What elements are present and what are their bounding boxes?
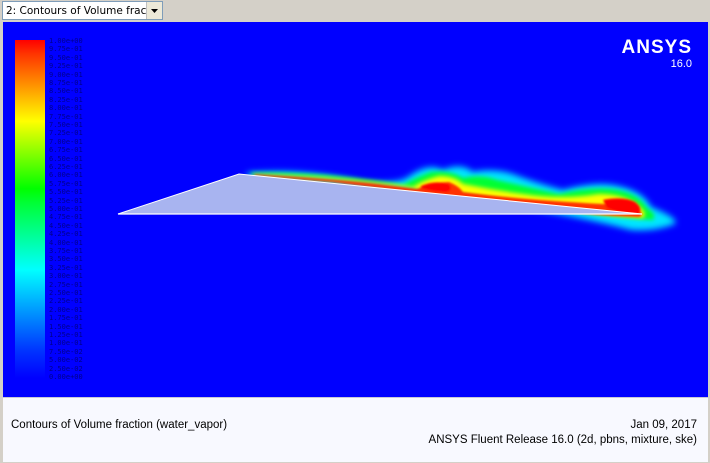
graphics-toolbar: 2: Contours of Volume fractic	[0, 0, 710, 22]
graphics-viewport[interactable]: 1.00e+00 9.75e-01 9.50e-01 9.25e-01 9.00e-01…	[3, 22, 708, 397]
window-selector-value: 2: Contours of Volume fractic	[6, 4, 146, 17]
logo-version: 16.0	[670, 58, 692, 70]
graphics-window-selector[interactable]: 2: Contours of Volume fractic	[2, 1, 163, 20]
chevron-down-icon	[151, 8, 158, 13]
contour-plot-area	[117, 166, 676, 231]
plot-title: Contours of Volume fraction (water_vapor…	[11, 419, 228, 431]
dropdown-arrow-button[interactable]	[146, 2, 162, 19]
logo-brand: ANSYS	[621, 37, 692, 58]
ansys-logo: ANSYS 16.0	[621, 37, 692, 71]
software-release-info: ANSYS Fluent Release 16.0 (2d, pbns, mix…	[428, 434, 697, 446]
plot-date: Jan 09, 2017	[630, 419, 697, 431]
graphics-caption-bar: Contours of Volume fraction (water_vapor…	[3, 397, 708, 462]
